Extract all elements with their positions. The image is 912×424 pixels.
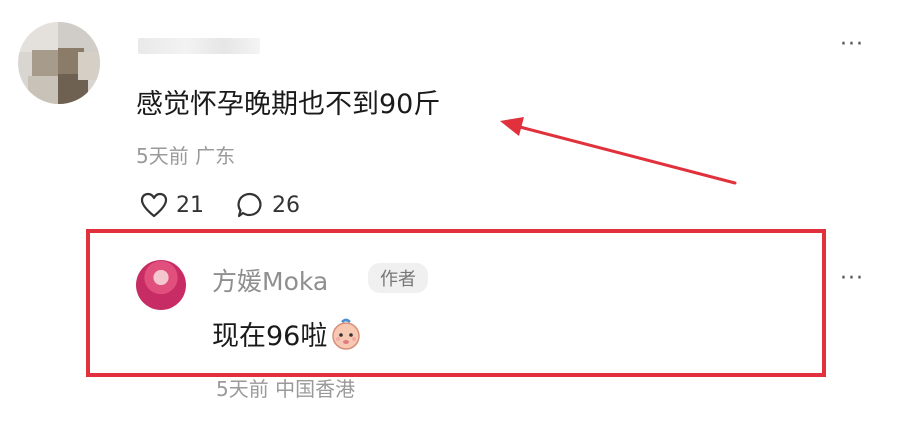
highlight-box <box>86 229 826 377</box>
reply-meta: 5天前 中国香港 <box>216 377 356 401</box>
reply-more-dots-icon[interactable]: ··· <box>840 268 864 290</box>
